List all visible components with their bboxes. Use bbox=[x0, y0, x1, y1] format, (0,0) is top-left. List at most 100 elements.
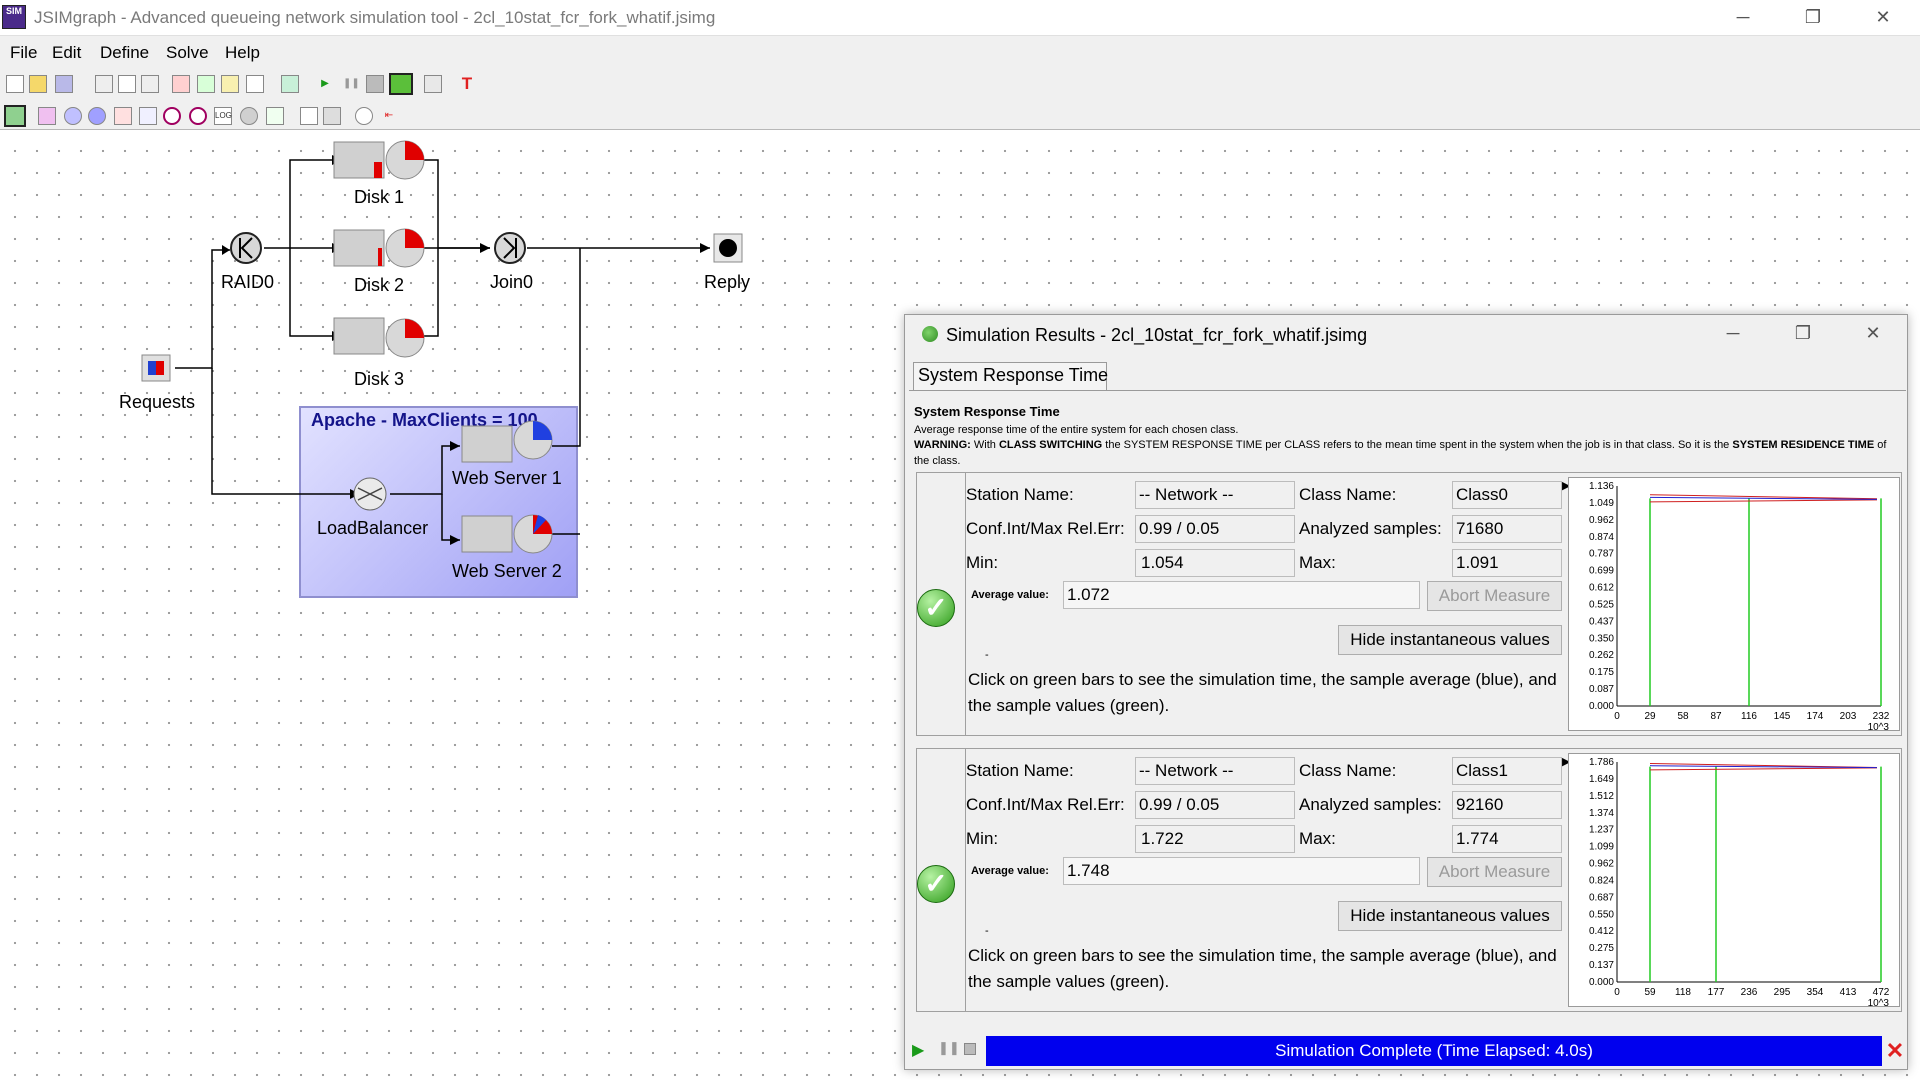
analyzed-samples-value: 71680 bbox=[1452, 515, 1562, 543]
disk-2-label: Disk 2 bbox=[354, 275, 405, 295]
web-server-2-station bbox=[461, 514, 553, 554]
disk-3-label: Disk 3 bbox=[354, 369, 405, 389]
y-tick-label: 0.550 bbox=[1589, 909, 1614, 920]
x-tick-label: 0 bbox=[1614, 987, 1620, 998]
x-tick-label: 116 bbox=[1741, 711, 1757, 722]
simulation-status-bar: Simulation Complete (Time Elapsed: 4.0s) bbox=[986, 1036, 1882, 1066]
analyzed-samples-label: Analyzed samples: bbox=[1299, 795, 1442, 814]
x-tick-label: 87 bbox=[1710, 711, 1722, 722]
y-tick-label: 1.049 bbox=[1589, 498, 1614, 509]
x-tick-label: 177 bbox=[1708, 987, 1725, 998]
x-unit-label: 10^3 bbox=[1868, 998, 1890, 1007]
y-tick-label: 0.874 bbox=[1589, 532, 1614, 543]
average-value: 1.072 bbox=[1063, 581, 1420, 609]
station-name-value: -- Network -- bbox=[1135, 757, 1295, 785]
y-tick-label: 1.136 bbox=[1589, 481, 1614, 492]
results-minimize-button[interactable]: ─ bbox=[1710, 316, 1756, 350]
disk-1-label: Disk 1 bbox=[354, 187, 405, 207]
x-tick-label: 29 bbox=[1644, 711, 1656, 722]
max-label: Max: bbox=[1299, 553, 1336, 572]
conf-int-value: 0.99 / 0.05 bbox=[1135, 515, 1295, 543]
y-tick-label: 0.787 bbox=[1589, 549, 1614, 560]
conf-int-value: 0.99 / 0.05 bbox=[1135, 791, 1295, 819]
min-line bbox=[1649, 499, 1878, 503]
x-tick-label: 203 bbox=[1840, 711, 1857, 722]
results-close-button[interactable]: ✕ bbox=[1850, 316, 1896, 350]
class-name-value: Class0 bbox=[1452, 481, 1562, 509]
disk-2-station bbox=[333, 228, 425, 268]
loadbalancer-label: LoadBalancer bbox=[317, 518, 429, 538]
requests-source bbox=[141, 354, 171, 382]
tab-divider bbox=[909, 390, 1906, 391]
sim-pause-icon[interactable]: ❚❚ bbox=[938, 1040, 960, 1056]
x-tick-label: 232 bbox=[1873, 711, 1890, 722]
class-name-label: Class Name: bbox=[1299, 761, 1397, 780]
sim-play-icon[interactable]: ▶ bbox=[912, 1040, 924, 1060]
web-server-1-station bbox=[461, 420, 553, 463]
restore-button[interactable]: ❐ bbox=[1790, 0, 1836, 34]
y-tick-label: 0.962 bbox=[1589, 515, 1614, 526]
measure-complete-check-icon: ✓ bbox=[917, 589, 955, 627]
measure-complete-check-icon: ✓ bbox=[917, 865, 955, 903]
min-line bbox=[1649, 767, 1878, 771]
sim-stop-icon[interactable] bbox=[964, 1043, 976, 1055]
results-window-title: Simulation Results - 2cl_10stat_fcr_fork… bbox=[946, 325, 1368, 345]
class-name-label: Class Name: bbox=[1299, 485, 1397, 504]
join0-label: Join0 bbox=[490, 272, 534, 292]
web-server-1-label: Web Server 1 bbox=[452, 468, 562, 488]
x-tick-label: 0 bbox=[1614, 711, 1620, 722]
web-server-2-label: Web Server 2 bbox=[452, 561, 562, 581]
y-tick-label: 0.525 bbox=[1589, 599, 1614, 610]
results-maximize-button[interactable]: ❐ bbox=[1780, 316, 1826, 350]
x-tick-label: 58 bbox=[1677, 711, 1689, 722]
reply-label: Reply bbox=[704, 272, 751, 292]
min-value: 1.722 bbox=[1135, 825, 1295, 853]
station-name-label: Station Name: bbox=[966, 485, 1074, 504]
loadbalancer-router bbox=[353, 477, 387, 511]
x-tick-label: 413 bbox=[1840, 987, 1857, 998]
y-tick-label: 0.350 bbox=[1589, 633, 1614, 644]
click-info-text: Click on green bars to see the simulatio… bbox=[968, 946, 1557, 991]
x-tick-label: 118 bbox=[1675, 987, 1691, 998]
x-tick-label: 174 bbox=[1807, 711, 1824, 722]
x-tick-label: 145 bbox=[1774, 711, 1791, 722]
reply-sink bbox=[713, 233, 743, 263]
dash-separator: - bbox=[985, 925, 989, 937]
dash-separator: - bbox=[985, 649, 989, 661]
x-tick-label: 236 bbox=[1741, 987, 1758, 998]
y-tick-label: 0.962 bbox=[1589, 859, 1614, 870]
station-name-value: -- Network -- bbox=[1135, 481, 1295, 509]
x-tick-label: 59 bbox=[1644, 987, 1656, 998]
conf-int-label: Conf.Int/Max Rel.Err: bbox=[966, 519, 1125, 538]
instantaneous-values-chart-class0[interactable]: 1.136 1.049 0.962 0.874 0.787 0.699 0.612 0.525… bbox=[1568, 477, 1900, 731]
close-button[interactable]: ✕ bbox=[1860, 0, 1906, 34]
section-title: System Response Time bbox=[914, 404, 1060, 419]
max-value: 1.774 bbox=[1452, 825, 1562, 853]
abort-measure-button[interactable]: Abort Measure bbox=[1427, 581, 1562, 611]
disk-1-station bbox=[333, 140, 425, 180]
abort-measure-button[interactable]: Abort Measure bbox=[1427, 857, 1562, 887]
y-tick-label: 0.000 bbox=[1589, 701, 1614, 712]
y-tick-label: 1.512 bbox=[1589, 791, 1614, 802]
y-tick-label: 0.175 bbox=[1589, 667, 1614, 678]
x-tick-label: 295 bbox=[1774, 987, 1791, 998]
x-tick-label: 472 bbox=[1873, 987, 1890, 998]
hide-instantaneous-values-button[interactable]: Hide instantaneous values bbox=[1338, 625, 1562, 655]
instantaneous-values-chart-class1[interactable]: 1.786 1.649 1.512 1.374 1.237 1.099 0.962 0.824… bbox=[1568, 753, 1900, 1007]
y-tick-label: 0.437 bbox=[1589, 616, 1614, 627]
y-tick-label: 0.687 bbox=[1589, 892, 1614, 903]
y-tick-label: 0.262 bbox=[1589, 650, 1614, 661]
y-tick-label: 1.099 bbox=[1589, 842, 1614, 853]
tab-system-response-time[interactable]: System Response Time bbox=[913, 362, 1108, 390]
hide-instantaneous-values-button[interactable]: Hide instantaneous values bbox=[1338, 901, 1562, 931]
y-tick-label: 1.237 bbox=[1589, 825, 1614, 836]
class-name-value: Class1 bbox=[1452, 757, 1562, 785]
status-close-icon[interactable]: ✕ bbox=[1884, 1040, 1906, 1062]
requests-label: Requests bbox=[119, 392, 196, 412]
min-label: Min: bbox=[966, 829, 999, 848]
measure-panel-class0: ✓ Station Name: -- Network -- Class Name… bbox=[916, 472, 1902, 736]
max-value: 1.091 bbox=[1452, 549, 1562, 577]
minimize-button[interactable]: ─ bbox=[1720, 0, 1766, 34]
station-name-label: Station Name: bbox=[966, 761, 1074, 780]
conf-int-label: Conf.Int/Max Rel.Err: bbox=[966, 795, 1125, 814]
